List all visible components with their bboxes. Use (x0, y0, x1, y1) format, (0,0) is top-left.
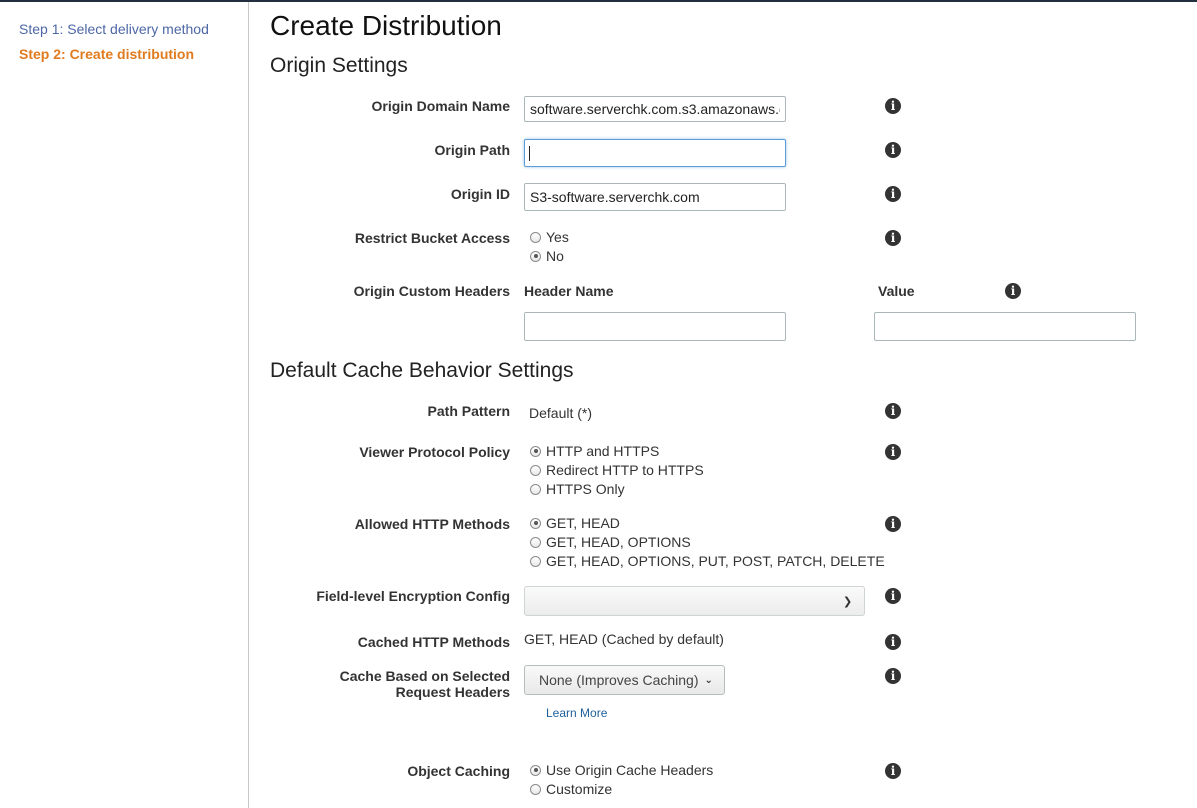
path-pattern-value: Default (*) (529, 405, 593, 421)
chevron-down-icon: ⌄ (704, 674, 713, 686)
origin-domain-label: Origin Domain Name (371, 98, 510, 114)
info-icon[interactable]: i (885, 142, 901, 158)
fle-config-label: Field-level Encryption Config (316, 588, 510, 604)
viewer-protocol-label: Viewer Protocol Policy (359, 444, 510, 460)
viewer-redirect-radio[interactable] (530, 464, 541, 476)
object-caching-customize-option[interactable]: Customize (530, 780, 612, 798)
info-icon[interactable]: i (885, 763, 901, 779)
info-icon[interactable]: i (885, 98, 901, 114)
methods-get-head-option[interactable]: GET, HEAD (530, 514, 620, 532)
viewer-https-only-option[interactable]: HTTPS Only (530, 480, 625, 498)
header-name-column: Header Name (524, 283, 614, 299)
allowed-methods-label: Allowed HTTP Methods (354, 516, 510, 532)
restrict-bucket-label: Restrict Bucket Access (354, 230, 510, 246)
methods-all-radio[interactable] (530, 555, 541, 567)
methods-all-option[interactable]: GET, HEAD, OPTIONS, PUT, POST, PATCH, DE… (530, 552, 885, 570)
cache-headers-label-line2: Request Headers (395, 684, 510, 700)
viewer-option-label: Redirect HTTP to HTTPS (546, 462, 704, 478)
viewer-https-only-radio[interactable] (530, 483, 541, 495)
methods-get-head-options-option[interactable]: GET, HEAD, OPTIONS (530, 533, 691, 551)
fle-config-select[interactable]: ❯ (524, 586, 865, 616)
object-caching-label: Object Caching (407, 763, 510, 779)
methods-get-head-options-radio[interactable] (530, 536, 541, 548)
methods-option-label: GET, HEAD, OPTIONS, PUT, POST, PATCH, DE… (546, 553, 885, 569)
origin-settings-heading: Origin Settings (270, 54, 408, 77)
info-icon[interactable]: i (885, 588, 901, 604)
info-icon[interactable]: i (885, 186, 901, 202)
origin-domain-input[interactable] (524, 96, 786, 122)
custom-headers-label: Origin Custom Headers (353, 283, 510, 299)
object-caching-origin-radio[interactable] (530, 764, 541, 776)
sidebar-step-select-delivery[interactable]: Step 1: Select delivery method (19, 21, 209, 37)
object-caching-customize-radio[interactable] (530, 783, 541, 795)
methods-option-label: GET, HEAD, OPTIONS (546, 534, 691, 550)
info-icon[interactable]: i (885, 516, 901, 532)
restrict-no-option[interactable]: No (530, 247, 564, 265)
origin-path-label: Origin Path (434, 142, 510, 158)
restrict-no-label: No (546, 248, 564, 264)
header-value-input[interactable] (874, 312, 1136, 341)
object-caching-origin-option[interactable]: Use Origin Cache Headers (530, 761, 713, 779)
cached-methods-value: GET, HEAD (Cached by default) (524, 631, 724, 647)
cache-headers-label-line1: Cache Based on Selected (339, 668, 510, 684)
origin-path-input[interactable] (524, 139, 786, 167)
learn-more-link[interactable]: Learn More (546, 706, 607, 720)
info-icon[interactable]: i (885, 403, 901, 419)
header-name-input[interactable] (524, 312, 786, 341)
sidebar-step-create-distribution: Step 2: Create distribution (19, 46, 195, 62)
methods-get-head-radio[interactable] (530, 517, 541, 529)
restrict-yes-label: Yes (546, 229, 569, 245)
viewer-redirect-option[interactable]: Redirect HTTP to HTTPS (530, 461, 704, 479)
page-title: Create Distribution (270, 10, 502, 41)
viewer-option-label: HTTPS Only (546, 481, 625, 497)
cache-headers-dropdown[interactable]: None (Improves Caching) ⌄ (524, 665, 725, 695)
wizard-sidebar: Step 1: Select delivery method Step 2: C… (0, 2, 249, 808)
cached-methods-label: Cached HTTP Methods (357, 634, 510, 650)
path-pattern-label: Path Pattern (427, 403, 510, 419)
info-icon[interactable]: i (885, 444, 901, 460)
info-icon[interactable]: i (885, 668, 901, 684)
restrict-yes-radio[interactable] (530, 231, 541, 243)
object-caching-option-label: Customize (546, 781, 613, 797)
cache-headers-value: None (Improves Caching) (539, 672, 699, 688)
origin-id-input[interactable] (524, 183, 786, 211)
info-icon[interactable]: i (885, 230, 901, 246)
restrict-no-radio[interactable] (530, 250, 541, 262)
methods-option-label: GET, HEAD (546, 515, 620, 531)
origin-id-label: Origin ID (450, 186, 510, 202)
info-icon[interactable]: i (1005, 283, 1021, 299)
value-column: Value (878, 283, 915, 299)
restrict-yes-option[interactable]: Yes (530, 228, 569, 246)
object-caching-option-label: Use Origin Cache Headers (546, 762, 714, 778)
viewer-http-https-radio[interactable] (530, 445, 541, 457)
cache-behavior-heading: Default Cache Behavior Settings (270, 359, 574, 382)
info-icon[interactable]: i (885, 634, 901, 650)
viewer-option-label: HTTP and HTTPS (546, 443, 660, 459)
text-cursor (529, 146, 530, 161)
viewer-http-https-option[interactable]: HTTP and HTTPS (530, 442, 659, 460)
chevron-down-icon: ❯ (843, 596, 853, 608)
